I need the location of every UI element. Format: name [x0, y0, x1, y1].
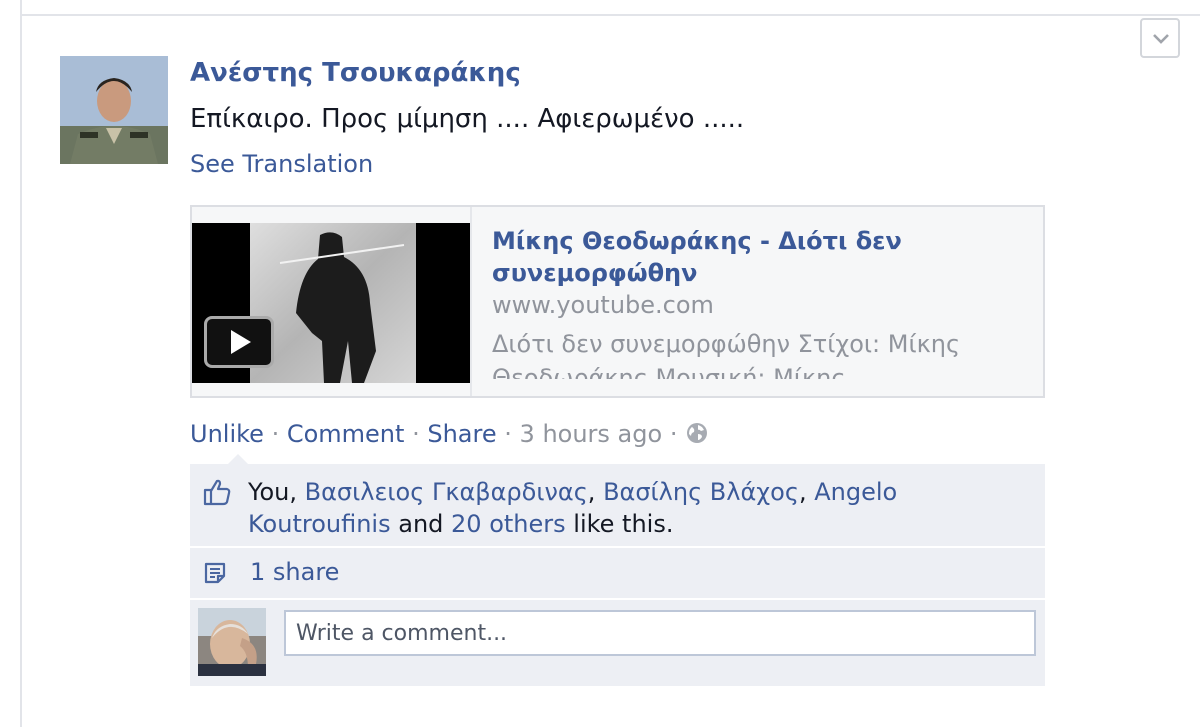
comment-input[interactable] — [284, 610, 1036, 656]
chevron-down-icon — [1153, 34, 1169, 44]
likes-and: and — [398, 510, 444, 538]
liker-link[interactable]: Βασιλειος Γκαβαρδινας — [305, 478, 588, 506]
comment-link[interactable]: Comment — [287, 420, 405, 448]
card-divider — [470, 207, 472, 396]
link-title[interactable]: Μίκης Θεοδωράκης - Διότι δεν συνεμορφώθη… — [492, 225, 1012, 289]
likes-others-link[interactable]: 20 others — [451, 510, 566, 538]
unlike-link[interactable]: Unlike — [190, 420, 264, 448]
viewer-avatar[interactable] — [198, 608, 266, 676]
post-message: Επίκαιρο. Προς μίμηση .... Αφιερωμένο ..… — [190, 104, 745, 134]
thumbs-up-icon — [203, 479, 231, 506]
play-button[interactable] — [204, 316, 274, 368]
likes-row: You, Βασιλειος Γκαβαρδινας, Βασίλης Βλάχ… — [190, 454, 1045, 548]
author-avatar[interactable] — [60, 56, 168, 164]
link-description: Διότι δεν συνεμορφώθην Στίχοι: Μίκης Θεο… — [492, 330, 961, 379]
liker-link[interactable]: Βασίλης Βλάχος — [603, 478, 799, 506]
likes-sentence: You, Βασιλειος Γκαβαρδινας, Βασίλης Βλάχ… — [248, 476, 1008, 540]
shares-row: 1 share — [190, 548, 1045, 600]
post-author-name[interactable]: Ανέστης Τσουκαράκης — [190, 58, 521, 88]
likes-comma: , — [798, 478, 807, 506]
share-icon — [204, 562, 226, 584]
action-separator: · — [669, 420, 678, 448]
likes-suffix: like this. — [573, 510, 674, 538]
link-description-clip: Διότι δεν συνεμορφώθην Στίχοι: Μίκης Θεο… — [492, 327, 1032, 379]
see-translation-link[interactable]: See Translation — [190, 150, 373, 178]
video-thumbnail[interactable] — [192, 223, 470, 383]
likes-comma: , — [587, 478, 596, 506]
comment-row — [190, 600, 1045, 688]
action-separator: · — [271, 420, 280, 448]
post-options-button[interactable] — [1140, 18, 1180, 58]
globe-icon[interactable] — [685, 421, 709, 445]
link-domain: www.youtube.com — [492, 291, 714, 319]
post-actions-bar: Unlike · Comment · Share · 3 hours ago · — [190, 420, 709, 448]
shared-link-card[interactable]: Μίκης Θεοδωράκης - Διότι δεν συνεμορφώθη… — [190, 205, 1045, 398]
shares-link[interactable]: 1 share — [250, 558, 339, 586]
ufi-caret — [228, 454, 248, 464]
top-divider — [22, 14, 1200, 16]
action-separator: · — [412, 420, 420, 448]
likes-you: You, — [248, 478, 297, 506]
play-icon — [231, 330, 251, 354]
post-timestamp[interactable]: 3 hours ago — [520, 420, 663, 448]
action-separator: · — [504, 420, 512, 448]
share-link[interactable]: Share — [427, 420, 496, 448]
feedback-section: You, Βασιλειος Γκαβαρδινας, Βασίλης Βλάχ… — [190, 454, 1045, 688]
